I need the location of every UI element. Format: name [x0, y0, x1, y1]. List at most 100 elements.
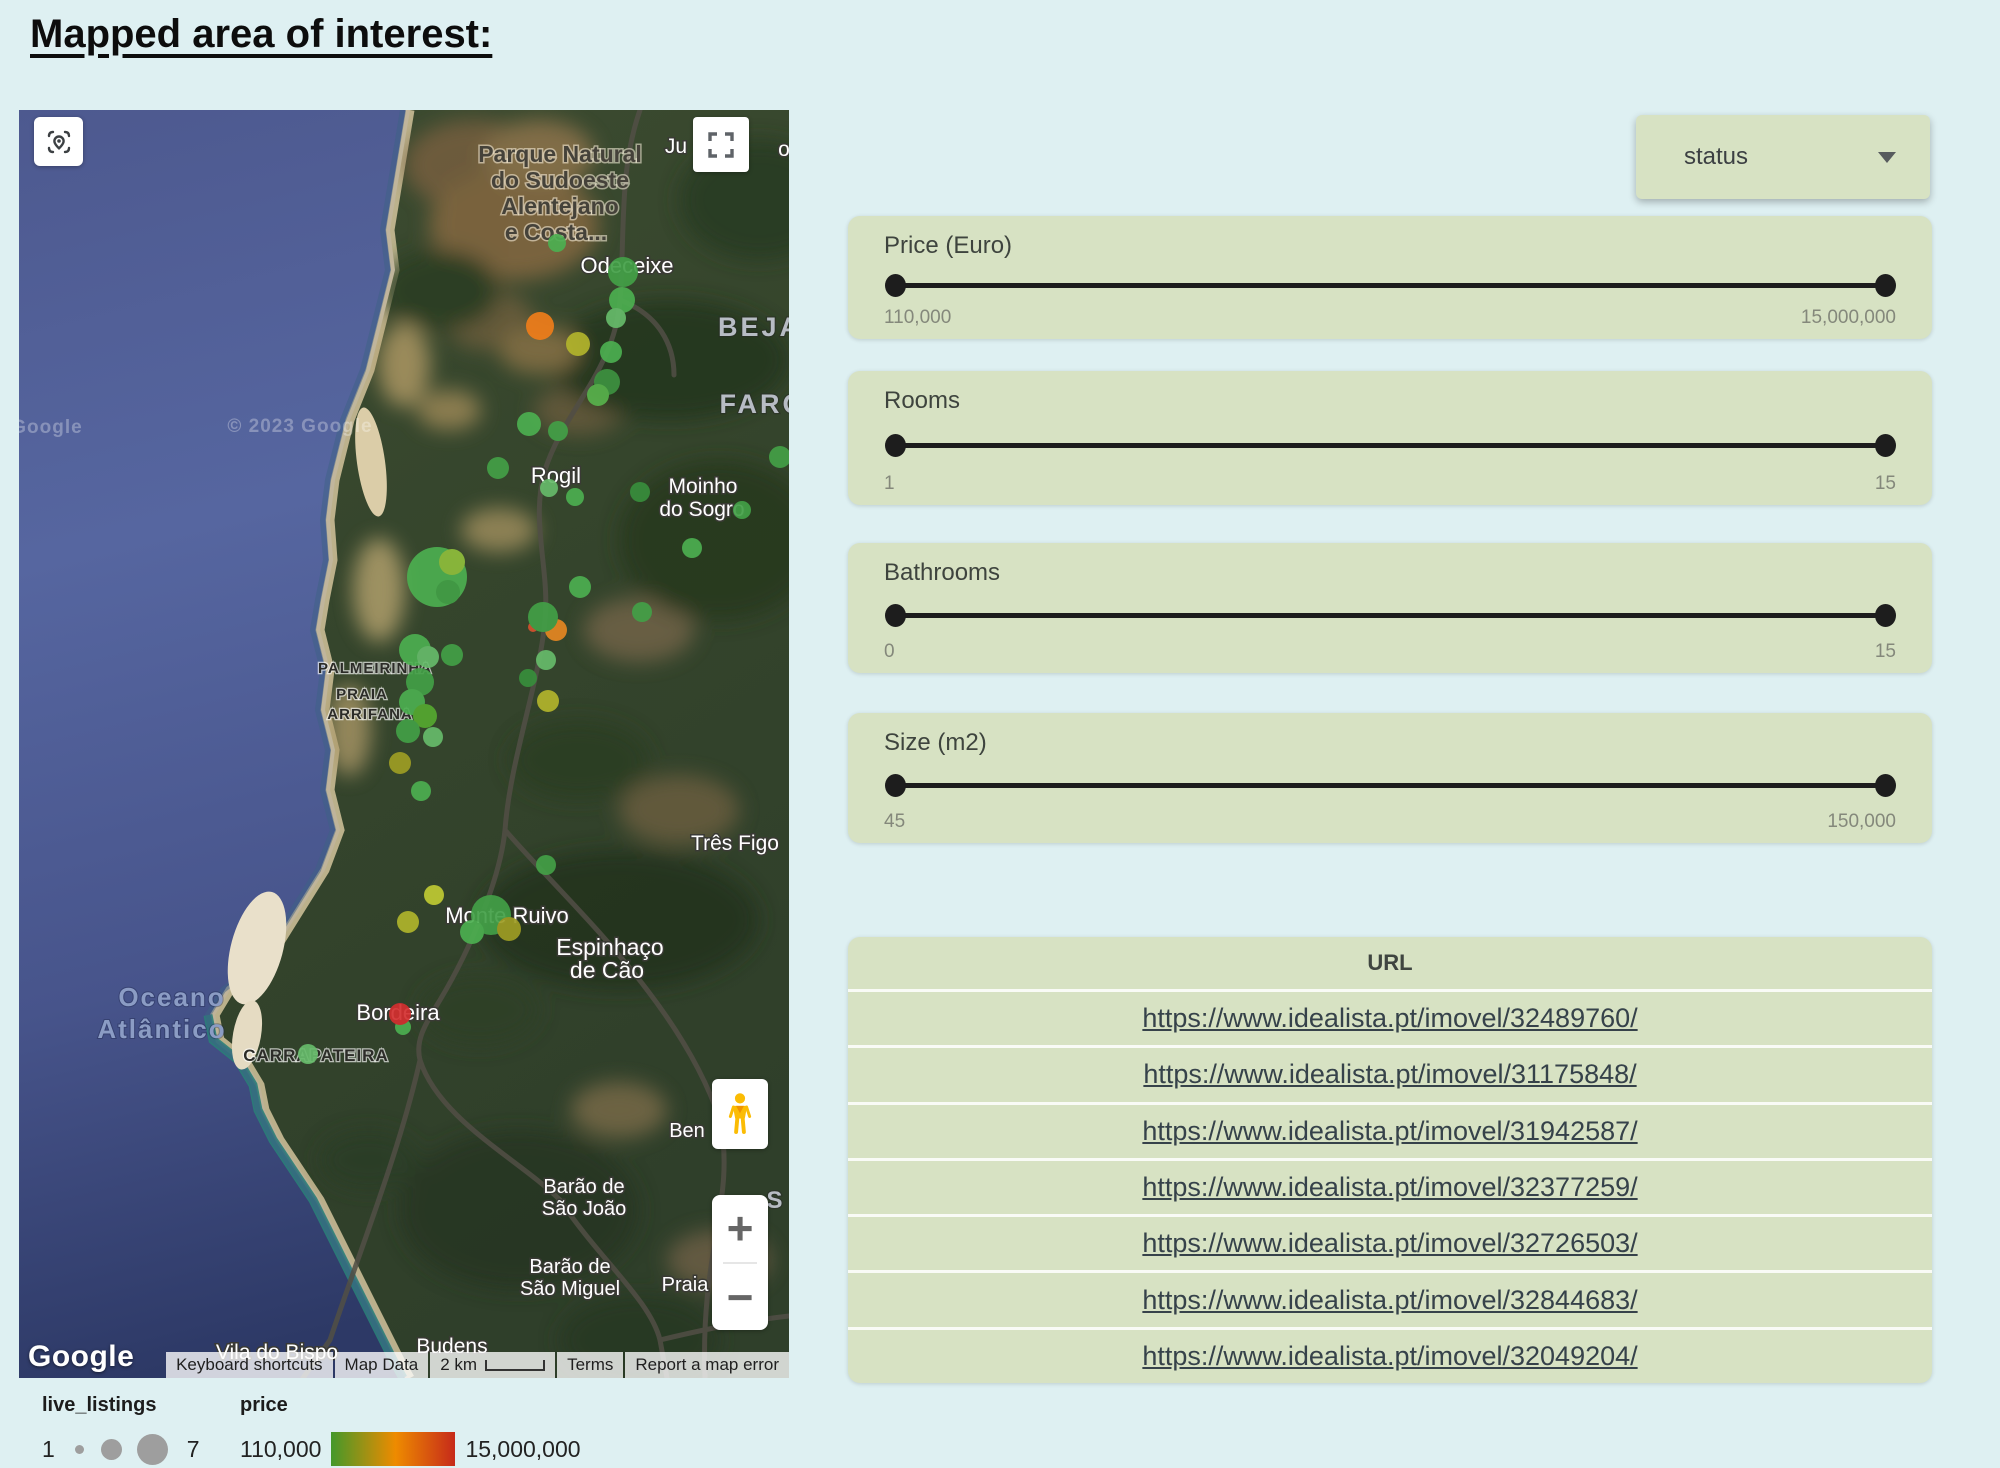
location-scan-icon — [44, 127, 74, 157]
listing-url-link[interactable]: https://www.idealista.pt/imovel/32726503… — [1142, 1228, 1637, 1259]
pegman-icon — [722, 1090, 758, 1138]
listing-marker[interactable] — [417, 646, 439, 668]
map-canvas: Parque Naturaldo SudoesteAlentejanoe Cos… — [19, 110, 789, 1378]
map-label: Barão de — [543, 1176, 624, 1198]
fullscreen-button[interactable] — [693, 117, 749, 172]
listing-marker[interactable] — [436, 580, 460, 604]
url-table-header: URL — [848, 937, 1932, 989]
listing-marker[interactable] — [298, 1044, 318, 1064]
range-slider[interactable] — [895, 604, 1886, 627]
slider-handle-min[interactable] — [885, 274, 906, 297]
listing-marker[interactable] — [519, 669, 537, 687]
listing-marker[interactable] — [396, 719, 420, 743]
table-row: https://www.idealista.pt/imovel/32489760… — [848, 989, 1932, 1045]
url-table-body: https://www.idealista.pt/imovel/32489760… — [848, 989, 1932, 1383]
slider-handle-max[interactable] — [1875, 434, 1896, 457]
listing-marker[interactable] — [411, 781, 431, 801]
slider-handle-max[interactable] — [1875, 774, 1896, 797]
listing-marker[interactable] — [587, 384, 609, 406]
listing-marker[interactable] — [526, 312, 554, 340]
listing-marker[interactable] — [460, 920, 484, 944]
listing-marker[interactable] — [632, 602, 652, 622]
status-dropdown[interactable]: status — [1636, 115, 1930, 199]
map-label: S — [766, 1187, 785, 1214]
listing-marker[interactable] — [389, 752, 411, 774]
listing-marker[interactable] — [487, 457, 509, 479]
listing-marker[interactable] — [423, 727, 443, 747]
legend-size-title: live_listings — [42, 1394, 200, 1417]
listing-url-link[interactable]: https://www.idealista.pt/imovel/32377259… — [1142, 1172, 1637, 1203]
slider-min-label: 110,000 — [884, 307, 951, 329]
zoom-control: + − — [712, 1195, 768, 1330]
listing-marker[interactable] — [441, 644, 463, 666]
listing-marker[interactable] — [439, 549, 465, 575]
slider-track — [895, 283, 1886, 288]
listing-marker[interactable] — [528, 602, 558, 632]
zoom-in-button[interactable]: + — [712, 1195, 768, 1262]
attribution-map-data[interactable]: Map Data — [335, 1352, 429, 1378]
listing-marker[interactable] — [536, 855, 556, 875]
map[interactable]: Parque Naturaldo SudoesteAlentejanoe Cos… — [19, 110, 789, 1378]
listing-marker[interactable] — [397, 911, 419, 933]
attribution-label: Terms — [567, 1355, 613, 1375]
listing-url-link[interactable]: https://www.idealista.pt/imovel/31942587… — [1142, 1116, 1637, 1147]
price-gradient-bar — [331, 1432, 455, 1466]
slider-max-label: 15,000,000 — [1801, 307, 1896, 329]
slider-handle-min[interactable] — [885, 774, 906, 797]
map-label: do Sogro — [659, 498, 744, 521]
slider-handle-min[interactable] — [885, 434, 906, 457]
listing-marker[interactable] — [537, 690, 559, 712]
slider-max-label: 15 — [1875, 473, 1896, 495]
listing-marker[interactable] — [497, 917, 521, 941]
listing-marker[interactable] — [600, 341, 622, 363]
filter-title: Size (m2) — [884, 729, 987, 757]
listing-marker[interactable] — [569, 576, 591, 598]
legend-size-min: 1 — [42, 1436, 55, 1463]
slider-max-label: 150,000 — [1827, 811, 1896, 833]
slider-min-label: 45 — [884, 811, 905, 833]
zoom-out-button[interactable]: − — [712, 1264, 768, 1331]
map-label: © 2023 Google — [227, 416, 372, 437]
map-label: Oceano — [118, 982, 225, 1012]
listing-marker[interactable] — [517, 412, 541, 436]
listing-url-link[interactable]: https://www.idealista.pt/imovel/32049204… — [1142, 1341, 1637, 1372]
slider-handle-max[interactable] — [1875, 604, 1896, 627]
listing-marker[interactable] — [566, 332, 590, 356]
size-dot-large — [137, 1434, 168, 1465]
slider-handle-min[interactable] — [885, 604, 906, 627]
listing-marker[interactable] — [540, 479, 558, 497]
my-location-button[interactable] — [34, 117, 83, 166]
listing-marker[interactable] — [566, 488, 584, 506]
listing-marker[interactable] — [682, 538, 702, 558]
listing-marker[interactable] — [548, 234, 566, 252]
attribution-terms[interactable]: Terms — [557, 1352, 623, 1378]
legend-size-max: 7 — [187, 1436, 200, 1463]
table-row: https://www.idealista.pt/imovel/31175848… — [848, 1045, 1932, 1101]
table-row: https://www.idealista.pt/imovel/31942587… — [848, 1102, 1932, 1158]
fullscreen-icon — [707, 131, 735, 159]
range-slider[interactable] — [895, 274, 1886, 297]
listing-url-link[interactable]: https://www.idealista.pt/imovel/32489760… — [1142, 1003, 1637, 1034]
listing-marker[interactable] — [733, 501, 751, 519]
attribution-map-scale: 2 km — [430, 1352, 555, 1378]
map-label: de Cão — [570, 957, 644, 983]
slider-handle-max[interactable] — [1875, 274, 1896, 297]
attribution-report-map-error[interactable]: Report a map error — [625, 1352, 789, 1378]
filter-card-size-m2: Size (m2) 45 150,000 — [848, 713, 1932, 843]
listing-marker[interactable] — [389, 1003, 411, 1025]
pegman-button[interactable] — [712, 1079, 768, 1149]
range-slider[interactable] — [895, 434, 1886, 457]
table-row: https://www.idealista.pt/imovel/32726503… — [848, 1214, 1932, 1270]
listing-marker[interactable] — [630, 482, 650, 502]
range-slider[interactable] — [895, 774, 1886, 797]
listing-marker[interactable] — [536, 650, 556, 670]
attribution-keyboard-shortcuts[interactable]: Keyboard shortcuts — [166, 1352, 332, 1378]
listing-marker[interactable] — [606, 308, 626, 328]
filter-card-rooms: Rooms115 — [848, 371, 1932, 505]
listing-url-link[interactable]: https://www.idealista.pt/imovel/31175848… — [1143, 1059, 1636, 1090]
listing-marker[interactable] — [424, 885, 444, 905]
listing-marker[interactable] — [548, 421, 568, 441]
listing-url-link[interactable]: https://www.idealista.pt/imovel/32844683… — [1142, 1285, 1637, 1316]
listing-marker[interactable] — [608, 257, 638, 287]
map-label: ARRIFANA — [327, 706, 413, 723]
